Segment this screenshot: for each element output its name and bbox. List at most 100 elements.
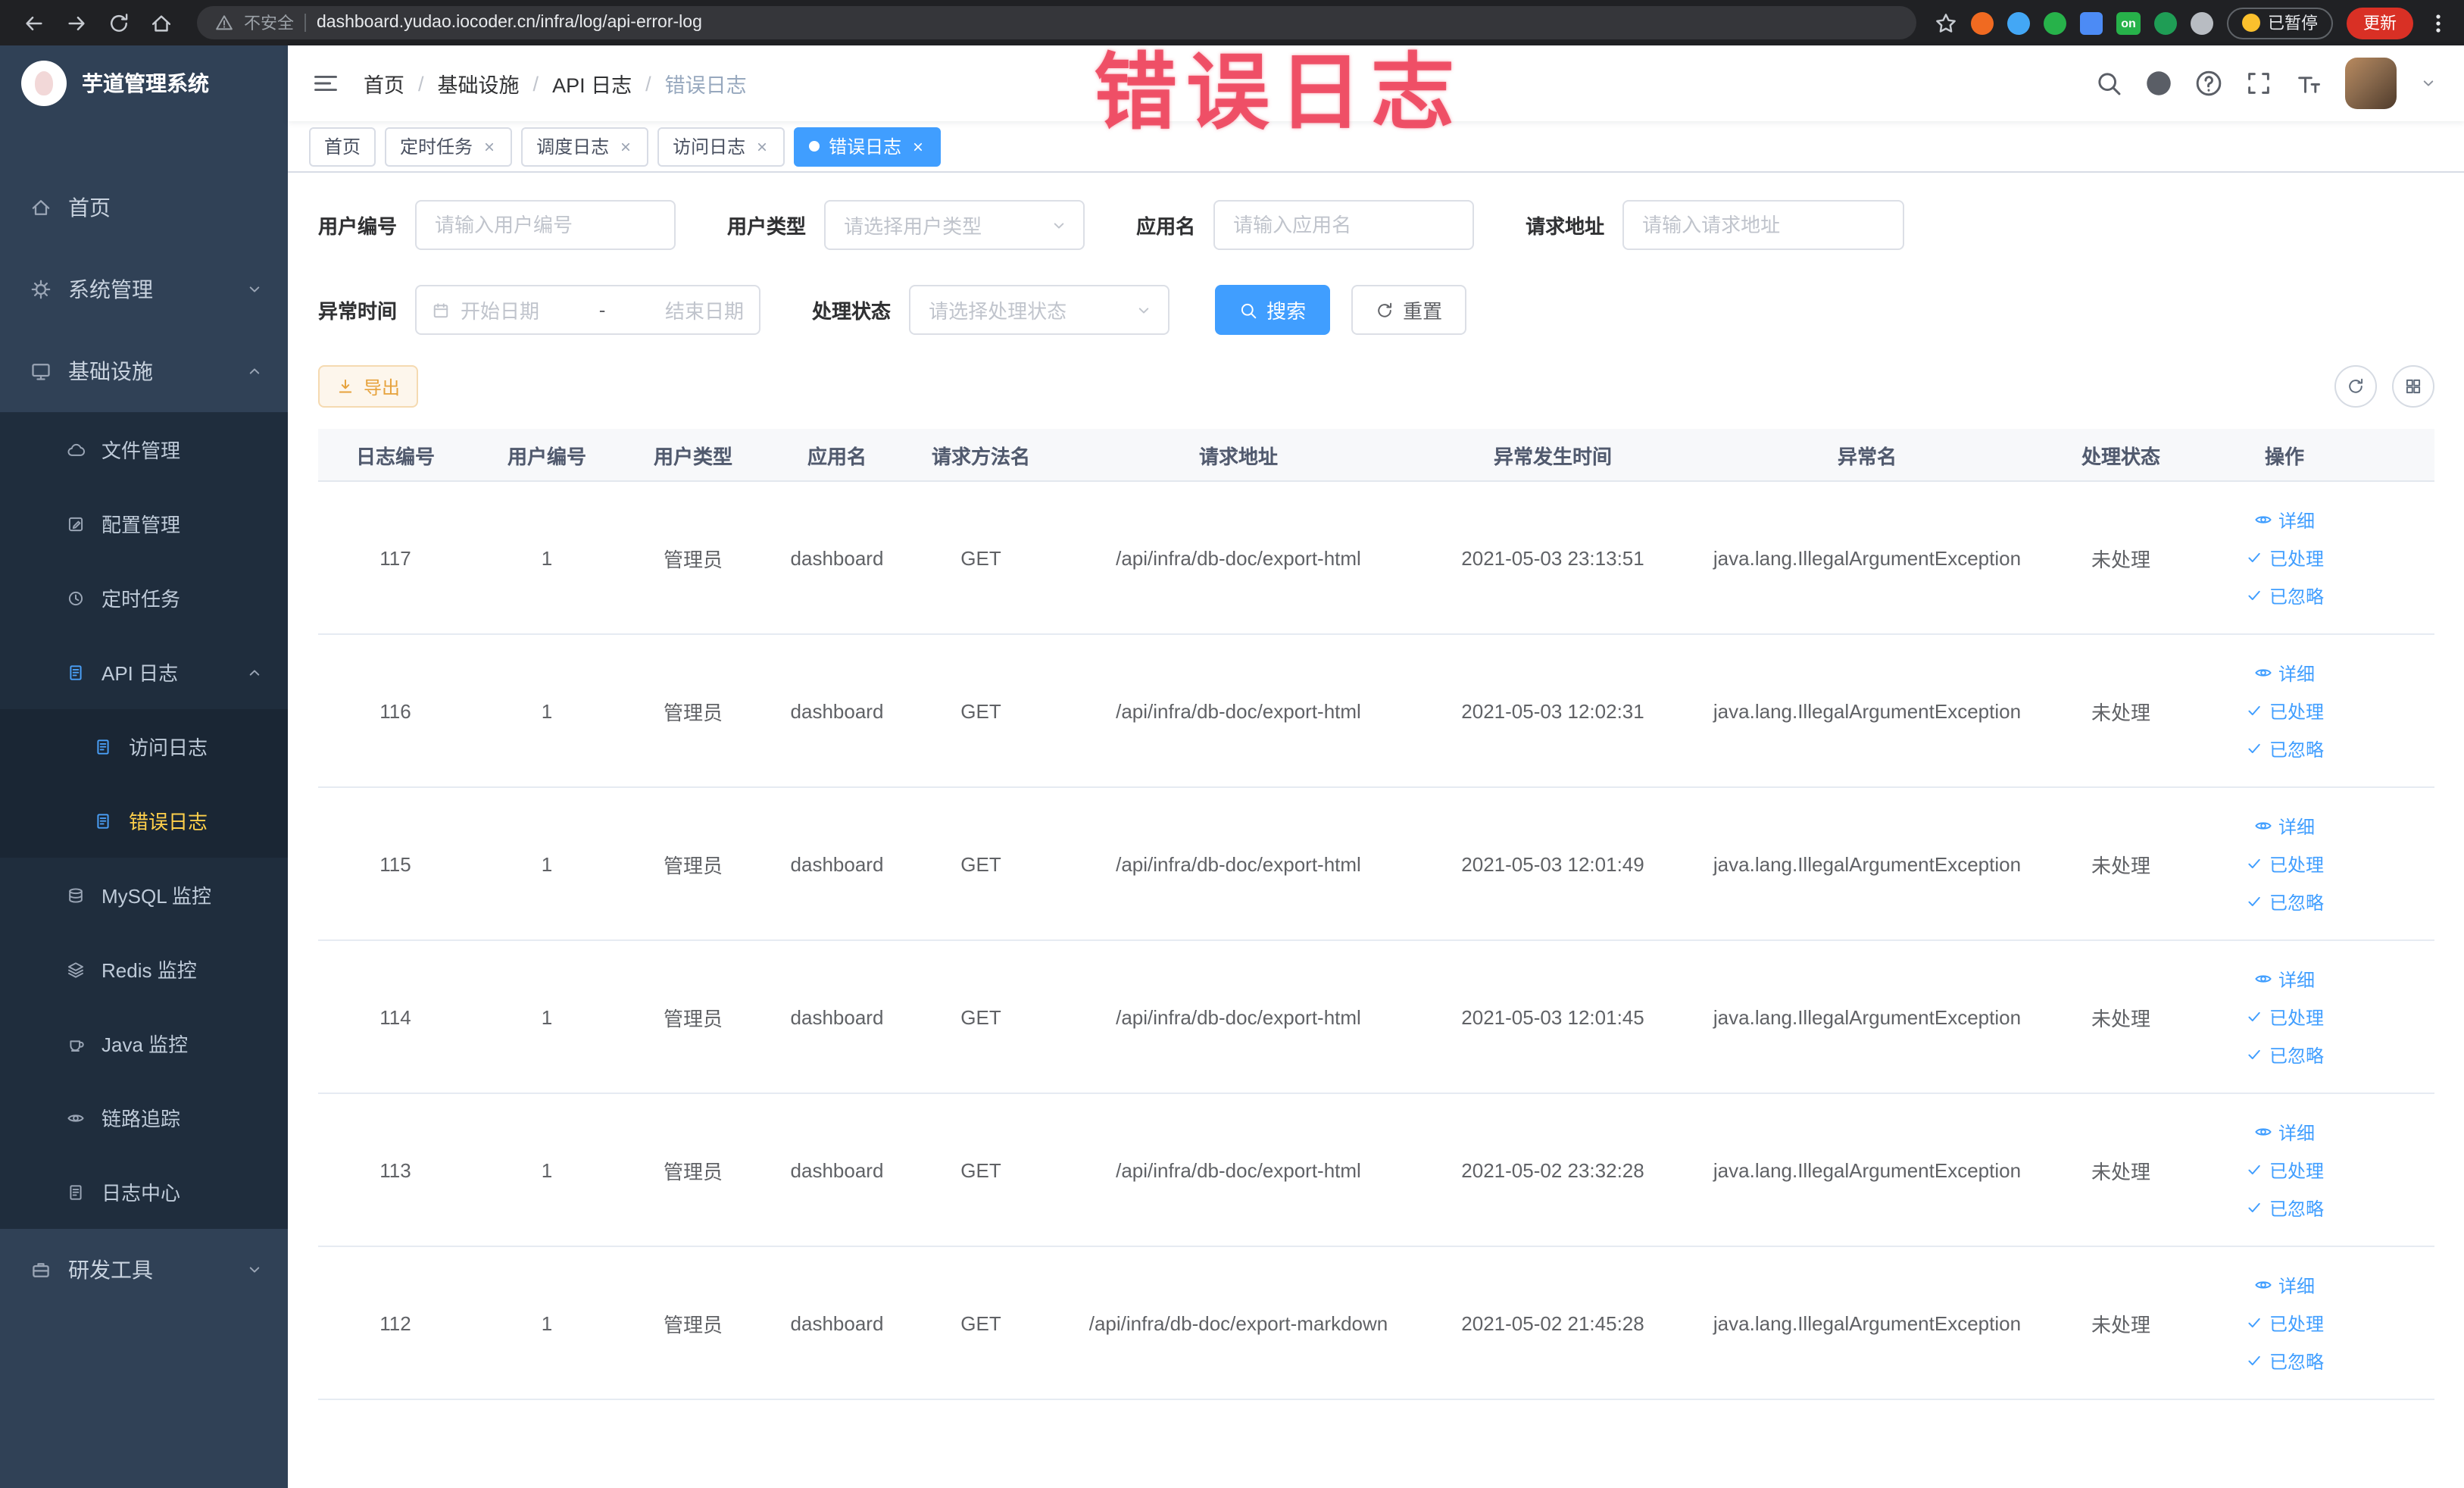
- ignore-link[interactable]: 已忽略: [2245, 583, 2324, 608]
- sidebar-item-access-log[interactable]: 访问日志: [0, 709, 288, 783]
- ignore-link[interactable]: 已忽略: [2245, 1348, 2324, 1374]
- extension-icon[interactable]: [2007, 11, 2030, 34]
- sidebar-item-infra[interactable]: 基础设施: [0, 330, 288, 412]
- tab-access-log[interactable]: 访问日志: [657, 127, 785, 166]
- chevron-down-icon[interactable]: [2419, 74, 2437, 92]
- menu-kebab-icon[interactable]: [2427, 11, 2450, 34]
- eye-icon: [2254, 664, 2272, 682]
- home-icon[interactable]: [142, 5, 179, 41]
- ignore-link[interactable]: 已忽略: [2245, 889, 2324, 914]
- avatar[interactable]: [2345, 58, 2397, 109]
- end-date-placeholder: 结束日期: [665, 300, 745, 323]
- start-date-placeholder: 开始日期: [461, 300, 540, 323]
- request-url-input[interactable]: [1622, 200, 1905, 250]
- sidebar-item-error-log[interactable]: 错误日志: [0, 783, 288, 858]
- close-icon[interactable]: [618, 139, 633, 154]
- search-icon[interactable]: [2095, 70, 2122, 97]
- detail-link[interactable]: 详细: [2254, 660, 2315, 686]
- app-name-input[interactable]: [1213, 200, 1475, 250]
- ignore-link[interactable]: 已忽略: [2245, 1195, 2324, 1221]
- processed-link[interactable]: 已处理: [2245, 1004, 2324, 1030]
- close-icon[interactable]: [754, 139, 770, 154]
- fullscreen-icon[interactable]: [2245, 70, 2272, 97]
- sidebar-item-api-log[interactable]: API 日志: [0, 635, 288, 709]
- tab-scheduled-tasks[interactable]: 定时任务: [385, 127, 513, 166]
- update-chip[interactable]: 更新: [2347, 7, 2413, 39]
- reset-button[interactable]: 重置: [1351, 285, 1467, 335]
- help-icon[interactable]: [2195, 70, 2222, 97]
- sidebar-item-tracing[interactable]: 链路追踪: [0, 1080, 288, 1155]
- close-icon[interactable]: [482, 139, 497, 154]
- breadcrumb-item[interactable]: 基础设施: [438, 68, 520, 98]
- detail-link[interactable]: 详细: [2254, 1119, 2315, 1145]
- database-icon: [67, 886, 85, 904]
- user-type-select[interactable]: 请选择用户类型: [824, 200, 1085, 250]
- column-settings-button[interactable]: [2392, 365, 2434, 408]
- tags-bar: 首页 定时任务 调度日志 访问日志 错误日志: [288, 121, 2464, 173]
- tab-dispatch-log[interactable]: 调度日志: [521, 127, 649, 166]
- table-row: 113 1 管理员 dashboard GET /api/infra/db-do…: [318, 1094, 2434, 1247]
- sidebar-item-scheduled-tasks[interactable]: 定时任务: [0, 561, 288, 635]
- hamburger-icon: [312, 70, 339, 97]
- bookmark-star-icon[interactable]: [1935, 11, 1957, 34]
- column-header: 用户类型: [653, 445, 732, 467]
- status-select[interactable]: 请选择处理状态: [909, 285, 1170, 335]
- detail-link[interactable]: 详细: [2254, 966, 2315, 992]
- back-icon[interactable]: [15, 5, 52, 41]
- sidebar-item-home[interactable]: 首页: [0, 167, 288, 249]
- sidebar-item-dev-tools[interactable]: 研发工具: [0, 1229, 288, 1311]
- eye-icon: [2254, 1123, 2272, 1141]
- export-button[interactable]: 导出: [318, 365, 419, 408]
- paused-chip[interactable]: 已暂停: [2227, 7, 2333, 39]
- eye-icon: [2254, 970, 2272, 988]
- breadcrumb-item[interactable]: 首页: [364, 68, 404, 98]
- sidebar-item-system[interactable]: 系统管理: [0, 249, 288, 330]
- check-icon: [2245, 739, 2263, 758]
- error-time-range-picker[interactable]: 开始日期 - 结束日期: [415, 285, 761, 335]
- detail-link[interactable]: 详细: [2254, 1272, 2315, 1298]
- check-icon: [2245, 892, 2263, 911]
- sidebar-item-java-monitor[interactable]: Java 监控: [0, 1006, 288, 1080]
- address-bar[interactable]: 不安全 dashboard.yudao.iocoder.cn/infra/log…: [197, 6, 1916, 39]
- eye-icon: [2254, 1276, 2272, 1294]
- ignore-link[interactable]: 已忽略: [2245, 736, 2324, 761]
- cloud-icon: [67, 440, 85, 458]
- chevron-up-icon: [245, 362, 264, 380]
- check-icon: [2245, 1352, 2263, 1370]
- check-icon: [2245, 702, 2263, 720]
- close-icon[interactable]: [910, 139, 926, 154]
- processed-link[interactable]: 已处理: [2245, 851, 2324, 877]
- ignore-link[interactable]: 已忽略: [2245, 1042, 2324, 1068]
- sidebar-toggle-button[interactable]: [288, 45, 364, 121]
- sidebar-item-mysql-monitor[interactable]: MySQL 监控: [0, 858, 288, 932]
- extension-icon[interactable]: [2191, 11, 2213, 34]
- github-icon[interactable]: [2145, 70, 2172, 97]
- search-button[interactable]: 搜索: [1215, 285, 1331, 335]
- processed-link[interactable]: 已处理: [2245, 545, 2324, 571]
- forward-icon[interactable]: [58, 5, 94, 41]
- sidebar-item-redis-monitor[interactable]: Redis 监控: [0, 932, 288, 1006]
- url-text: dashboard.yudao.iocoder.cn/infra/log/api…: [317, 14, 702, 32]
- extension-on-badge[interactable]: on: [2116, 11, 2141, 34]
- reload-icon[interactable]: [100, 5, 136, 41]
- extension-icon[interactable]: [2154, 11, 2177, 34]
- refresh-button[interactable]: [2334, 365, 2377, 408]
- sidebar-item-config-mgmt[interactable]: 配置管理: [0, 486, 288, 561]
- detail-link[interactable]: 详细: [2254, 813, 2315, 839]
- extension-icon[interactable]: [2080, 11, 2103, 34]
- sidebar-item-log-center[interactable]: 日志中心: [0, 1155, 288, 1229]
- font-size-icon[interactable]: [2295, 70, 2322, 97]
- sidebar-item-file-mgmt[interactable]: 文件管理: [0, 412, 288, 486]
- breadcrumb-item[interactable]: API 日志: [552, 68, 632, 98]
- processed-link[interactable]: 已处理: [2245, 1310, 2324, 1336]
- user-id-input[interactable]: [415, 200, 676, 250]
- processed-link[interactable]: 已处理: [2245, 1157, 2324, 1183]
- tab-error-log[interactable]: 错误日志: [794, 127, 942, 166]
- processed-link[interactable]: 已处理: [2245, 698, 2324, 724]
- extension-icon[interactable]: [2044, 11, 2066, 34]
- extension-icon[interactable]: [1971, 11, 1994, 34]
- detail-link[interactable]: 详细: [2254, 507, 2315, 533]
- clock-icon: [67, 589, 85, 607]
- column-header: 处理状态: [2081, 445, 2160, 467]
- tab-home[interactable]: 首页: [309, 127, 376, 166]
